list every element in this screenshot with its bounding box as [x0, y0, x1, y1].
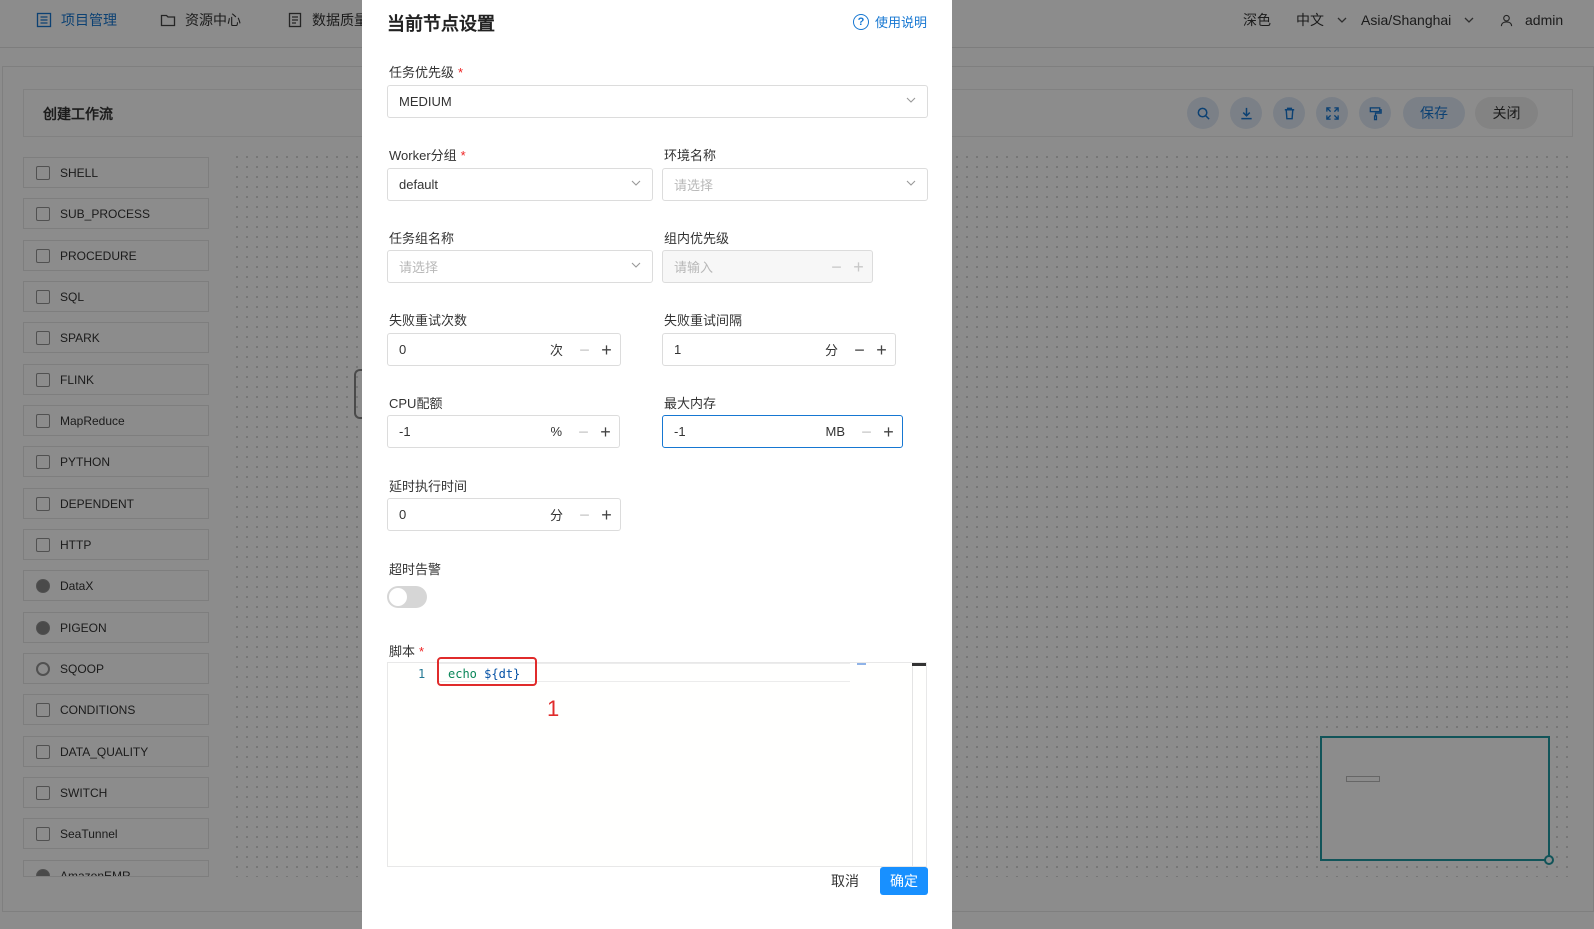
task-group-label: 任务组名称: [389, 231, 455, 246]
input-unit: 分: [549, 508, 563, 523]
delay-time-input[interactable]: 0 分 − +: [387, 498, 621, 531]
select-value: MEDIUM: [399, 94, 452, 109]
worker-group-select[interactable]: default: [387, 168, 653, 201]
plus-icon[interactable]: +: [873, 341, 890, 359]
task-group-select[interactable]: 请选择: [387, 250, 653, 283]
plus-icon[interactable]: +: [880, 423, 897, 441]
delay-time-label: 延时执行时间: [389, 479, 468, 494]
input-value: 0: [399, 342, 407, 357]
label-text: Worker分组: [389, 148, 457, 163]
chevron-down-icon: [631, 180, 641, 186]
retry-interval-label: 失败重试间隔: [664, 313, 743, 328]
help-icon: ?: [852, 13, 869, 30]
label-text: 任务优先级: [389, 65, 455, 80]
plus-icon[interactable]: +: [597, 423, 614, 441]
retry-times-input[interactable]: 0 次 − +: [387, 333, 621, 366]
chevron-down-icon: [631, 262, 641, 268]
node-settings-drawer: 当前节点设置 ? 使用说明 任务优先级 * MEDIUM Worker分组 * de…: [362, 0, 952, 929]
minus-icon[interactable]: −: [828, 258, 845, 276]
input-value: -1: [399, 424, 411, 439]
plus-icon[interactable]: +: [598, 506, 615, 524]
editor-scrollbar[interactable]: [912, 663, 926, 866]
chevron-down-icon: [906, 97, 916, 103]
input-unit: %: [550, 424, 562, 439]
input-unit: MB: [825, 424, 846, 439]
task-priority-select[interactable]: MEDIUM: [387, 85, 928, 118]
max-memory-input[interactable]: -1 MB − +: [662, 415, 903, 448]
help-label: 使用说明: [874, 15, 927, 30]
timeout-alarm-toggle[interactable]: [387, 586, 427, 608]
select-placeholder: 请选择: [674, 178, 714, 193]
annotation-number: 1: [547, 696, 560, 721]
confirm-button[interactable]: 确定: [880, 867, 928, 895]
annotation-highlight-box: [437, 657, 537, 686]
script-editor[interactable]: 1 echo ${dt}: [387, 662, 927, 867]
max-memory-label: 最大内存: [664, 396, 717, 411]
select-value: default: [399, 177, 439, 192]
required-mark: *: [460, 148, 466, 163]
label-text: 脚本: [389, 644, 416, 659]
select-placeholder: 请选择: [399, 260, 439, 275]
minus-icon[interactable]: −: [851, 341, 868, 359]
plus-icon[interactable]: +: [850, 258, 867, 276]
minus-icon[interactable]: −: [576, 341, 593, 359]
worker-group-label: Worker分组 *: [389, 145, 466, 164]
retry-times-label: 失败重试次数: [389, 313, 468, 328]
environment-label: 环境名称: [664, 148, 717, 163]
input-value: 0: [399, 507, 407, 522]
minus-icon[interactable]: −: [575, 423, 592, 441]
input-value: 1: [674, 342, 682, 357]
minus-icon[interactable]: −: [576, 506, 593, 524]
drawer-title: 当前节点设置: [387, 14, 495, 34]
help-link[interactable]: ? 使用说明: [852, 12, 927, 31]
task-priority-label: 任务优先级 *: [389, 62, 463, 81]
toggle-knob: [389, 588, 407, 606]
plus-icon[interactable]: +: [598, 341, 615, 359]
environment-select[interactable]: 请选择: [662, 168, 928, 201]
cancel-button[interactable]: 取消: [820, 867, 870, 895]
editor-scrollbar-thumb[interactable]: [912, 663, 926, 666]
timeout-alarm-label: 超时告警: [389, 562, 442, 577]
input-unit: 分: [824, 343, 838, 358]
line-number: 1: [418, 667, 426, 681]
cpu-quota-input[interactable]: -1 % − +: [387, 415, 620, 448]
group-priority-label: 组内优先级: [664, 231, 730, 246]
group-priority-input[interactable]: 请输入 − +: [662, 250, 873, 283]
input-placeholder: 请输入: [674, 260, 714, 275]
editor-minimap-marker: [857, 663, 866, 665]
input-unit: 次: [549, 343, 563, 358]
minus-icon[interactable]: −: [858, 423, 875, 441]
input-value: -1: [674, 424, 686, 439]
chevron-down-icon: [906, 180, 916, 186]
retry-interval-input[interactable]: 1 分 − +: [662, 333, 896, 366]
cpu-quota-label: CPU配额: [389, 396, 443, 411]
required-mark: *: [419, 644, 425, 659]
script-label: 脚本 *: [389, 641, 424, 660]
required-mark: *: [458, 65, 464, 80]
